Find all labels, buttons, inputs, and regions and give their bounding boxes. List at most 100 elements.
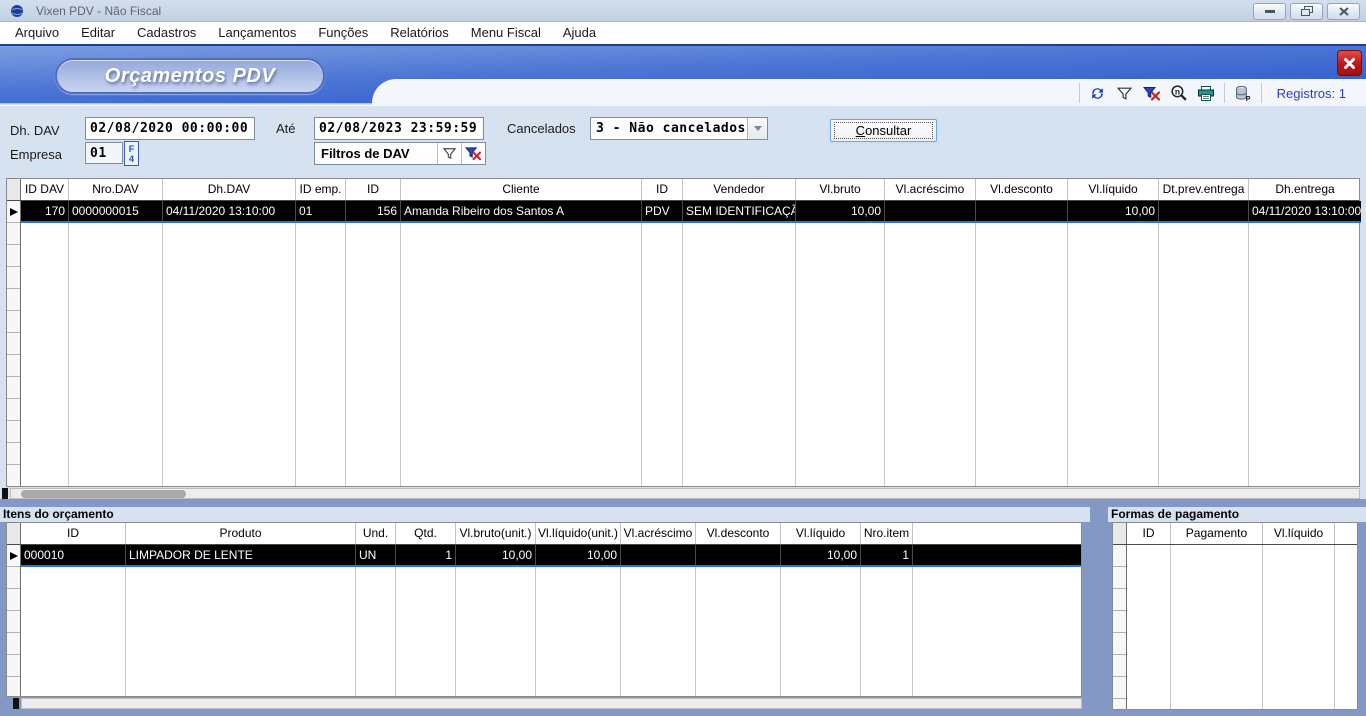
database-icon[interactable]: P (1234, 84, 1252, 102)
items-grid-body: 000010 LIMPADOR DE LENTE UN 1 10,00 10,0… (7, 545, 1081, 696)
cell-id-cliente: 156 (346, 201, 401, 221)
col-header-vl-desconto: Vl.desconto (976, 179, 1068, 200)
menu-item-relatorios[interactable]: Relatórios (379, 22, 460, 44)
dh-dav-input[interactable] (85, 117, 255, 140)
cell-blank (913, 545, 1081, 565)
cell-id-dav: 170 (21, 201, 69, 221)
cell-vendedor: SEM IDENTIFICAÇÃO (683, 201, 796, 221)
payments-grid: ID Pagamento Vl.líquido (1112, 522, 1358, 710)
grid-corner (13, 698, 19, 709)
page-title: Orçamentos PDV (105, 65, 275, 88)
cancelados-select[interactable]: 3 - Não cancelados (590, 117, 768, 140)
cell-dh-entrega: 04/11/2020 13:10:00 (1249, 201, 1361, 221)
toolbar: n P Registros: 1 (1079, 82, 1360, 104)
menu-item-arquivo[interactable]: Arquivo (4, 22, 70, 44)
clear-filter-icon[interactable] (1143, 84, 1161, 102)
payments-grid-header: ID Pagamento Vl.líquido (1113, 523, 1357, 545)
refresh-icon[interactable] (1089, 84, 1107, 102)
table-row[interactable]: 170 0000000015 04/11/2020 13:10:00 01 15… (21, 201, 1361, 223)
menu-item-menu-fiscal[interactable]: Menu Fiscal (460, 22, 552, 44)
maximize-button[interactable] (1290, 3, 1323, 20)
filter-panel: Dh. DAV Até Cancelados 3 - Não cancelado… (0, 105, 1366, 178)
items-section-title: Itens do orçamento (0, 507, 1090, 522)
consultar-button[interactable]: Consultar (830, 119, 937, 142)
current-row-marker (10, 208, 18, 216)
col-header-blank (913, 523, 1081, 544)
cell-qtd: 1 (396, 545, 456, 565)
print-icon[interactable] (1197, 84, 1215, 102)
menu-item-cadastros[interactable]: Cadastros (126, 22, 207, 44)
registros-count: Registros: 1 (1271, 86, 1360, 101)
col-header-und: Und. (356, 523, 396, 544)
col-header-id-dav: ID DAV (21, 179, 69, 200)
items-hscrollbar[interactable] (21, 698, 1082, 709)
col-header-cliente: Cliente (401, 179, 642, 200)
empresa-input[interactable] (85, 142, 123, 164)
toolbar-separator (1224, 83, 1225, 103)
col-header-id: ID (21, 523, 126, 544)
cell-id: 000010 (21, 545, 126, 565)
f4-hint-top: F (129, 144, 135, 154)
restore-icon (1301, 6, 1313, 17)
empresa-f4-button[interactable]: F 4 (124, 141, 139, 166)
record-selector-header (7, 523, 21, 544)
cell-dt-prev-entrega (1159, 201, 1249, 221)
col-header-dh-entrega: Dh.entrega (1249, 179, 1361, 200)
svg-text:P: P (1246, 95, 1251, 101)
col-header-nro-item: Nro.item (861, 523, 913, 544)
menu-item-editar[interactable]: Editar (70, 22, 126, 44)
col-header-qtd: Qtd. (396, 523, 456, 544)
ate-label: Até (276, 117, 296, 140)
consultar-label: Consultar (856, 123, 912, 138)
form-header: Orçamentos PDV n (0, 44, 1366, 104)
record-selector-header (7, 179, 21, 200)
clear-filter-icon[interactable] (461, 143, 485, 164)
payments-grid-body (1113, 545, 1357, 709)
scrollbar-thumb[interactable] (21, 490, 186, 498)
close-button[interactable] (1327, 3, 1360, 20)
table-row[interactable]: 000010 LIMPADOR DE LENTE UN 1 10,00 10,0… (21, 545, 1081, 567)
chevron-down-icon (754, 126, 762, 131)
col-header-vl-liquido-unit: Vl.líquido(unit.) (536, 523, 621, 544)
col-header-vl-liquido: Vl.líquido (781, 523, 861, 544)
svg-text:n: n (1174, 86, 1179, 96)
cell-id-emp: 01 (296, 201, 346, 221)
cell-dh-dav: 04/11/2020 13:10:00 (163, 201, 296, 221)
form-close-button[interactable] (1337, 50, 1362, 76)
cell-vl-desconto (976, 201, 1068, 221)
current-row-marker (10, 552, 18, 560)
menu-item-funcoes[interactable]: Funções (307, 22, 379, 44)
col-header-nro-dav: Nro.DAV (69, 179, 163, 200)
record-selector-header (1113, 523, 1127, 544)
minimize-button[interactable] (1253, 3, 1286, 20)
menu-item-lancamentos[interactable]: Lançamentos (207, 22, 307, 44)
menu-item-ajuda[interactable]: Ajuda (552, 22, 607, 44)
select-dropdown-button[interactable] (747, 118, 767, 139)
app-icon (10, 4, 26, 18)
filter-icon[interactable] (437, 143, 461, 164)
col-header-dt-prev-entrega: Dt.prev.entrega (1159, 179, 1249, 200)
col-header-vl-bruto: Vl.bruto (796, 179, 885, 200)
f4-hint-bottom: 4 (129, 154, 134, 164)
filtros-dav-label: Filtros de DAV (315, 146, 437, 161)
items-grid-header: ID Produto Und. Qtd. Vl.bruto(unit.) Vl.… (7, 523, 1081, 545)
orcamentos-hscrollbar[interactable] (10, 488, 1360, 499)
col-header-vl-bruto-unit: Vl.bruto(unit.) (456, 523, 536, 544)
toolbar-separator (1261, 83, 1262, 103)
cell-vl-acrescimo (621, 545, 696, 565)
filtros-dav-group: Filtros de DAV (314, 142, 486, 165)
menu-bar: Arquivo Editar Cadastros Lançamentos Fun… (0, 22, 1366, 44)
ate-input[interactable] (314, 117, 484, 140)
close-icon (1343, 57, 1356, 70)
cell-vl-liquido: 10,00 (1068, 201, 1159, 221)
cell-cliente: Amanda Ribeiro dos Santos A (401, 201, 642, 221)
cell-produto: LIMPADOR DE LENTE (126, 545, 356, 565)
filter-icon[interactable] (1116, 84, 1134, 102)
record-selector-column (1113, 545, 1127, 709)
col-header-vl-desconto: Vl.desconto (696, 523, 781, 544)
cell-nro-item: 1 (861, 545, 913, 565)
record-selector-column (7, 545, 21, 696)
col-header-produto: Produto (126, 523, 356, 544)
col-header-id-cliente: ID (346, 179, 401, 200)
zoom-icon[interactable]: n (1170, 84, 1188, 102)
